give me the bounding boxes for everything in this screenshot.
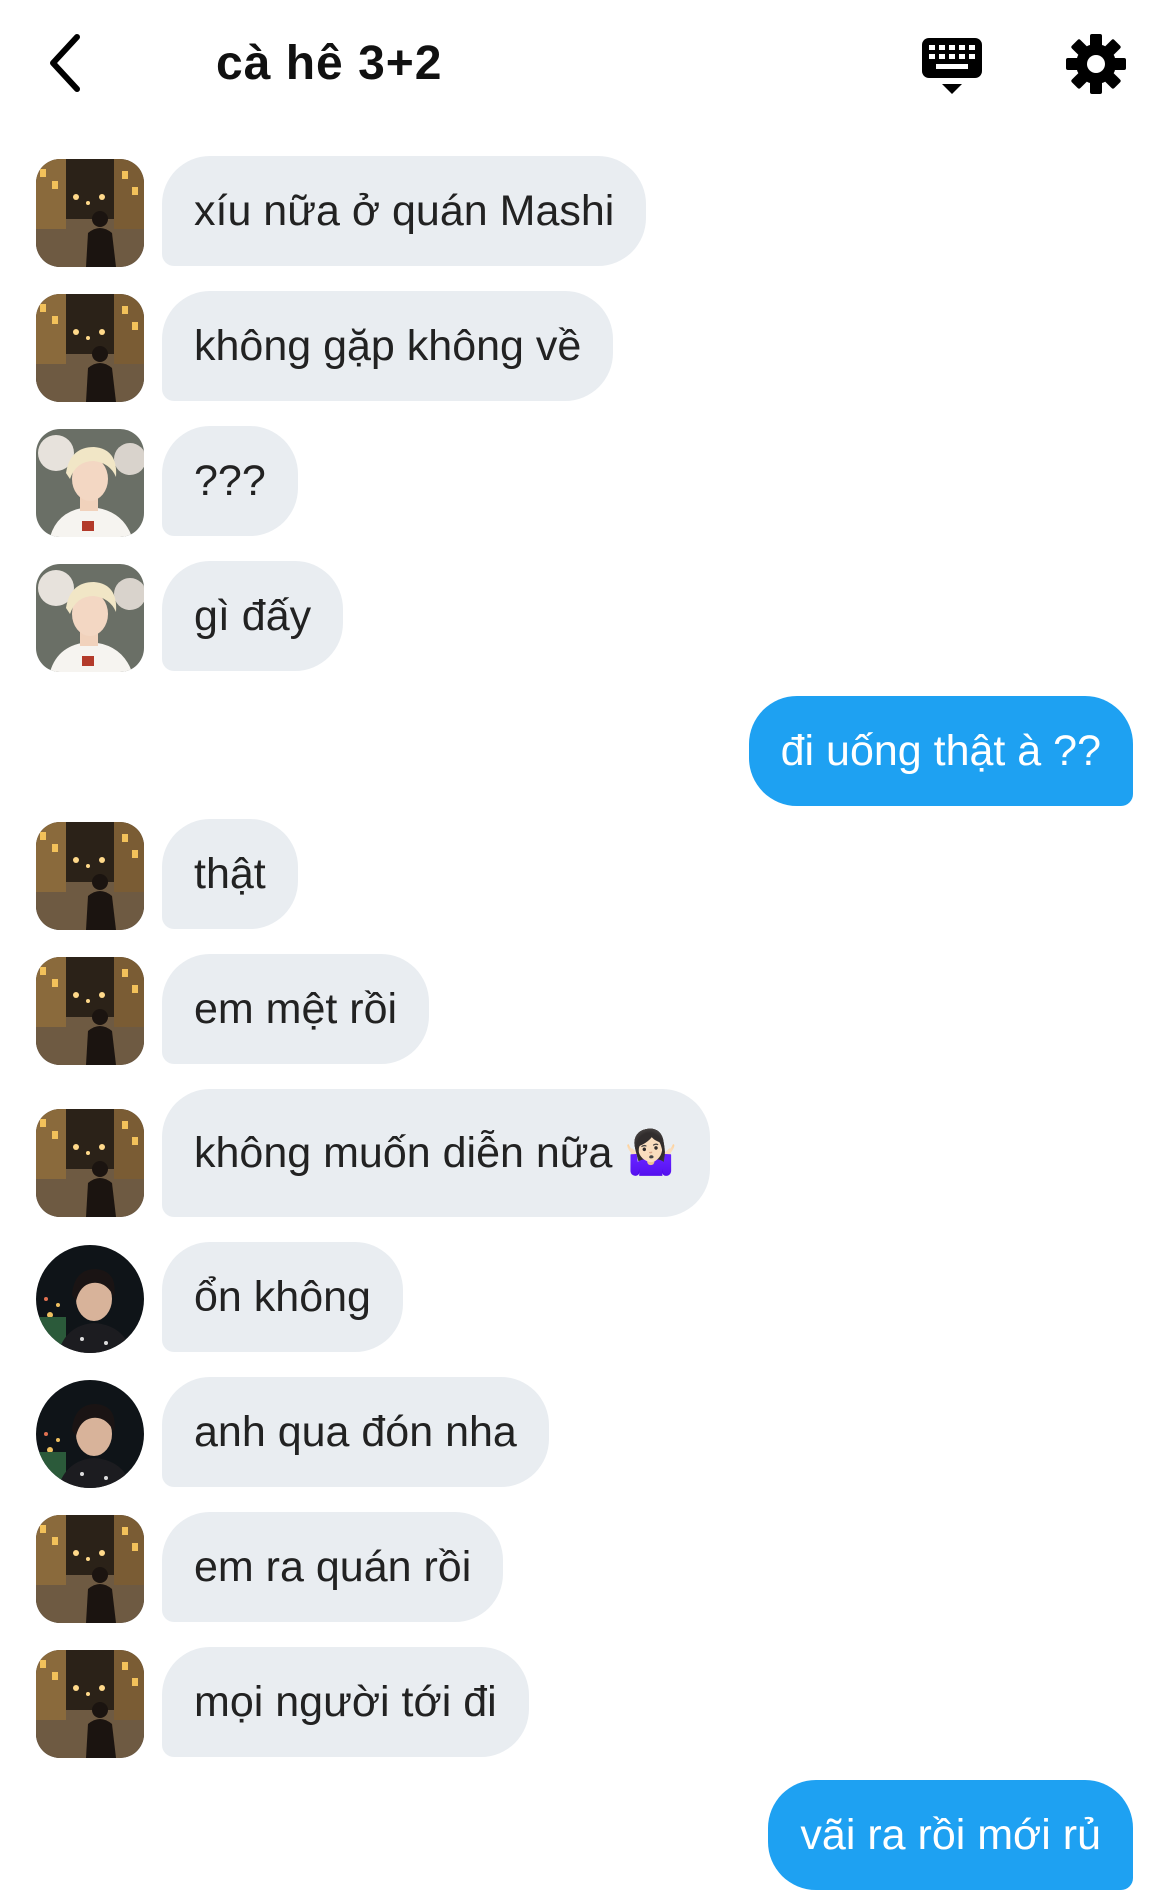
keyboard-button[interactable] [920,36,984,100]
avatar[interactable] [36,294,144,402]
avatar[interactable] [36,1650,144,1758]
back-button[interactable] [40,30,90,100]
avatar[interactable] [36,159,144,267]
chat-header: cà hê 3+2 [0,0,1170,130]
outgoing-message-bubble[interactable]: vãi ra rồi mới rủ [768,1780,1133,1890]
street-photo-avatar [36,1650,144,1758]
incoming-message-bubble[interactable]: không gặp không về [162,291,614,401]
conversation-title: cà hê 3+2 [216,37,443,90]
avatar[interactable] [36,822,144,930]
incoming-message-bubble[interactable]: mọi người tới đi [162,1647,529,1757]
street-photo-avatar [36,957,144,1065]
avatar[interactable] [36,1245,144,1353]
avatar[interactable] [36,429,144,537]
blonde-person-avatar [36,564,144,672]
keyboard-icon [920,38,984,104]
street-photo-avatar [36,294,144,402]
blonde-person-avatar [36,429,144,537]
incoming-message-bubble[interactable]: gì đấy [162,561,344,671]
incoming-message-bubble[interactable]: không muốn diễn nữa 🤷🏻‍♀️ [162,1089,710,1217]
street-photo-avatar [36,822,144,930]
outgoing-message-bubble[interactable]: đi uống thật à ?? [748,696,1133,806]
gear-icon [1064,34,1128,100]
incoming-message-bubble[interactable]: thật [162,819,298,929]
avatar[interactable] [36,1515,144,1623]
incoming-message-bubble[interactable]: em ra quán rồi [162,1512,504,1622]
incoming-message-bubble[interactable]: xíu nữa ở quán Mashi [162,156,647,266]
settings-button[interactable] [1064,32,1128,96]
incoming-message-bubble[interactable]: ??? [162,426,298,536]
avatar[interactable] [36,957,144,1065]
incoming-message-bubble[interactable]: em mệt rồi [162,954,430,1064]
night-portrait-avatar [36,1245,144,1353]
avatar[interactable] [36,564,144,672]
night-portrait-avatar [36,1380,144,1488]
incoming-message-bubble[interactable]: anh qua đón nha [162,1377,549,1487]
chevron-left-icon [47,33,83,98]
avatar[interactable] [36,1109,144,1217]
street-photo-avatar [36,1515,144,1623]
street-photo-avatar [36,159,144,267]
avatar[interactable] [36,1380,144,1488]
street-photo-avatar [36,1109,144,1217]
incoming-message-bubble[interactable]: ổn không [162,1242,403,1352]
